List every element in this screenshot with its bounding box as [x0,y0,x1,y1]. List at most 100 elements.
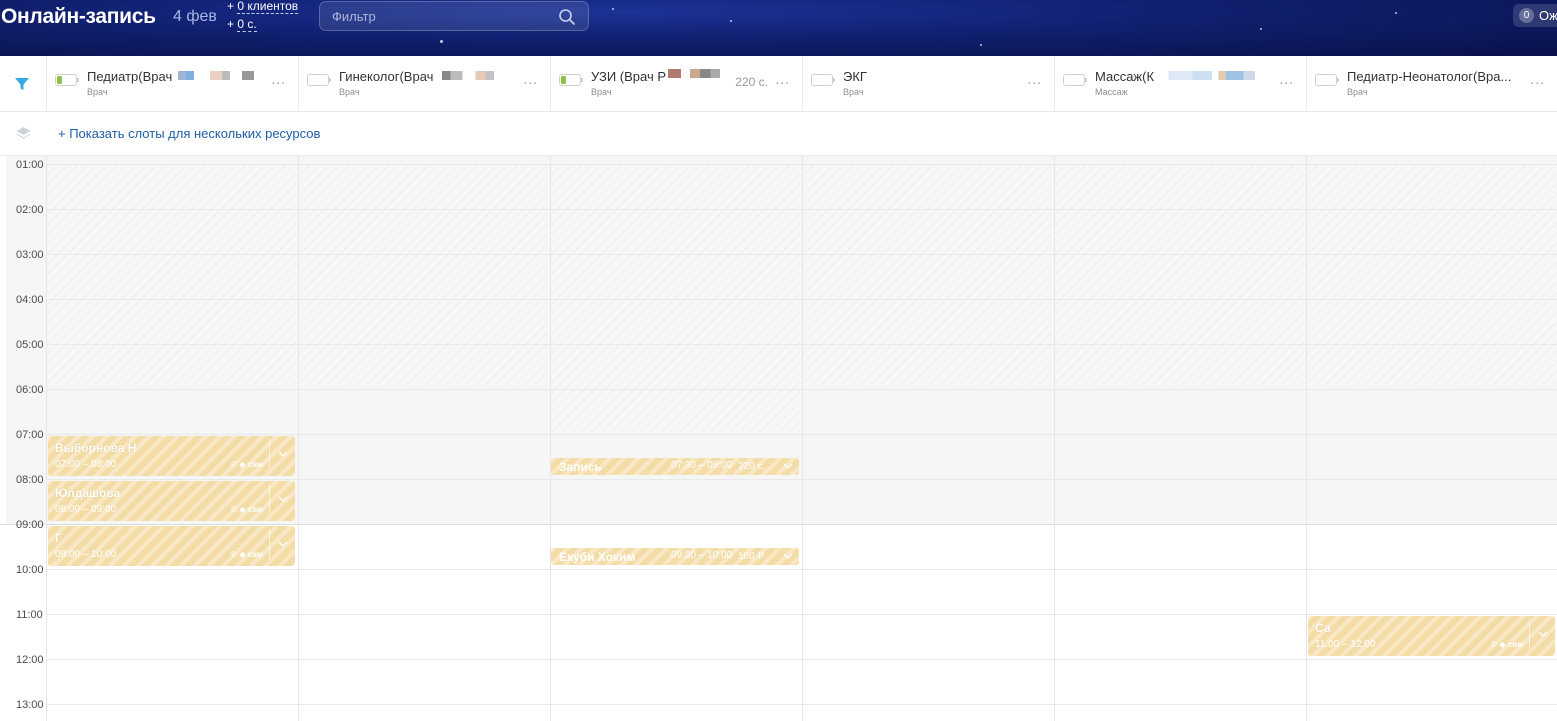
hour-label: 10:00 [16,564,44,576]
more-options-button[interactable]: ... [523,71,538,87]
appointment-time: 07:00 – 08:00 [55,459,117,470]
hour-label: 07:00 [16,429,44,441]
chevron-down-icon[interactable] [783,463,793,469]
star-decoration [612,8,614,10]
appointment-card[interactable]: Са 11:00 – 12:00 ✆ ◆ свм [1308,616,1555,656]
unavailable-block [1308,164,1557,386]
clients-stat-prefix: + [227,0,235,13]
chevron-down-icon [278,496,288,502]
appointment-card[interactable]: Выборнова Н 07:00 – 08:00 ✆ ◆ свм [48,436,295,476]
star-decoration [1260,28,1262,30]
current-date[interactable]: 4 фев [173,8,217,26]
top-bar: Онлайн-запись 4 фев + 0 клиентов + 0 с. … [0,0,1557,56]
hour-label: 05:00 [16,339,44,351]
battery-icon [1063,74,1087,86]
battery-icon [1315,74,1339,86]
clients-stat-value: 0 клиентов [237,0,299,14]
column-separator [1306,156,1307,721]
hour-label: 13:00 [16,699,44,711]
resource-role: Врач [1347,87,1368,97]
star-decoration [1395,12,1397,14]
appointment-status-icons: ✆ ◆ свм [1490,640,1524,649]
appointment-card-compact[interactable]: Екуби Хоким 09:30 – 10:00 100 ₽ [551,548,799,565]
expand-button[interactable] [269,484,295,514]
resource-name: Педиатр-Неонатолог(Вра... [1347,69,1512,84]
column-separator [550,156,551,721]
star-decoration [730,20,732,22]
resource-role: Массаж [1095,87,1128,97]
appointment-time: 09:30 – 10:00 [671,550,733,561]
more-options-button[interactable]: ... [775,71,790,87]
more-options-button[interactable]: ... [1530,71,1545,87]
battery-icon [307,74,331,86]
hour-label: 12:00 [16,654,44,666]
resource-name: ЭКГ [843,69,867,84]
resource-name: Гинеколог(Врач [339,69,434,84]
appointment-label: свм [1507,640,1523,649]
resource-column-ecg[interactable]: ЭКГ Врач ... [802,56,1054,112]
filter-input[interactable] [332,2,552,30]
sum-stat[interactable]: + 0 с. [227,17,257,32]
more-options-button[interactable]: ... [1279,71,1294,87]
waiting-list-button[interactable]: 0 Ож [1513,4,1557,27]
appointment-client-name: Запись [559,460,602,474]
search-icon[interactable] [558,8,576,26]
appointment-client-name: Выборнова Н [55,441,137,455]
resource-column-massage[interactable]: Массаж(К Массаж ... [1054,56,1306,112]
resource-role: Врач [339,87,360,97]
appointment-time: 11:00 – 12:00 [1315,639,1376,650]
column-separator [1054,156,1055,721]
hour-label: 08:00 [16,474,44,486]
chevron-down-icon [278,541,288,547]
appointment-client-name: Г [55,531,62,545]
chevron-down-icon[interactable] [783,553,793,559]
hour-label: 02:00 [16,204,44,216]
star-decoration [980,44,982,46]
star-decoration [440,40,443,43]
more-options-button[interactable]: ... [271,71,286,87]
appointment-status-icons: ✆ ◆ свм [230,550,264,559]
appointment-label: свм [247,460,263,469]
appointment-card[interactable]: Юлдашова 08:00 – 09:00 ✆ ◆ свм [48,481,295,521]
hour-label: 06:00 [16,384,44,396]
waiting-count-badge: 0 [1519,8,1534,23]
resource-column-gynecologist[interactable]: Гинеколог(Врач Врач ... [298,56,550,112]
clients-stat[interactable]: + 0 клиентов [227,0,299,14]
resource-column-ultrasound[interactable]: УЗИ (Врач Р Врач 220 с. ... [550,56,802,112]
resource-column-pediatrician[interactable]: Педиатр(Врач Врач ... [46,56,298,112]
appointment-time: 07:30 – 08:00 [671,460,733,471]
resource-header: Педиатр(Врач Врач ... Гинеколог(Врач Вра… [0,56,1557,112]
resource-name: Педиатр(Врач [87,69,173,84]
hour-line [0,524,1557,525]
show-multi-resource-slots-link[interactable]: + Показать слоты для нескольких ресурсов [58,126,320,141]
calendar-grid[interactable]: 01:00 02:00 03:00 04:00 05:00 06:00 07:0… [0,156,1557,721]
column-separator [802,156,803,721]
layers-icon[interactable] [15,125,32,142]
hour-label: 09:00 [16,519,44,531]
sum-stat-value: 0 с. [237,17,257,32]
page-title: Онлайн-запись [1,5,156,28]
more-options-button[interactable]: ... [1027,71,1042,87]
appointment-label: свм [247,550,263,559]
expand-button[interactable] [269,529,295,559]
waiting-label: Ож [1539,8,1557,23]
expand-button[interactable] [1529,619,1555,649]
appointment-client-name: Юлдашова [55,486,121,500]
filter-funnel-icon[interactable] [14,76,30,92]
redacted-text [1159,71,1255,80]
resource-name: УЗИ (Врач Р [591,69,667,84]
resource-column-neonatologist[interactable]: Педиатр-Неонатолог(Вра... Врач ... [1306,56,1557,112]
hour-label: 04:00 [16,294,44,306]
appointment-card[interactable]: Г 09:00 – 10:00 ✆ ◆ свм [48,526,295,566]
filter-field[interactable] [319,1,589,31]
unavailable-block [300,164,548,386]
appointment-card-compact[interactable]: Запись 07:30 – 08:00 220 с. [551,458,799,475]
hour-label: 01:00 [16,159,44,171]
column-separator [298,156,299,721]
expand-button[interactable] [269,439,295,469]
battery-icon [811,74,835,86]
appointment-cost: 100 ₽ [738,551,764,562]
unavailable-block [1056,164,1304,386]
appointment-client-name: Са [1315,621,1331,635]
resource-role: Врач [843,87,864,97]
